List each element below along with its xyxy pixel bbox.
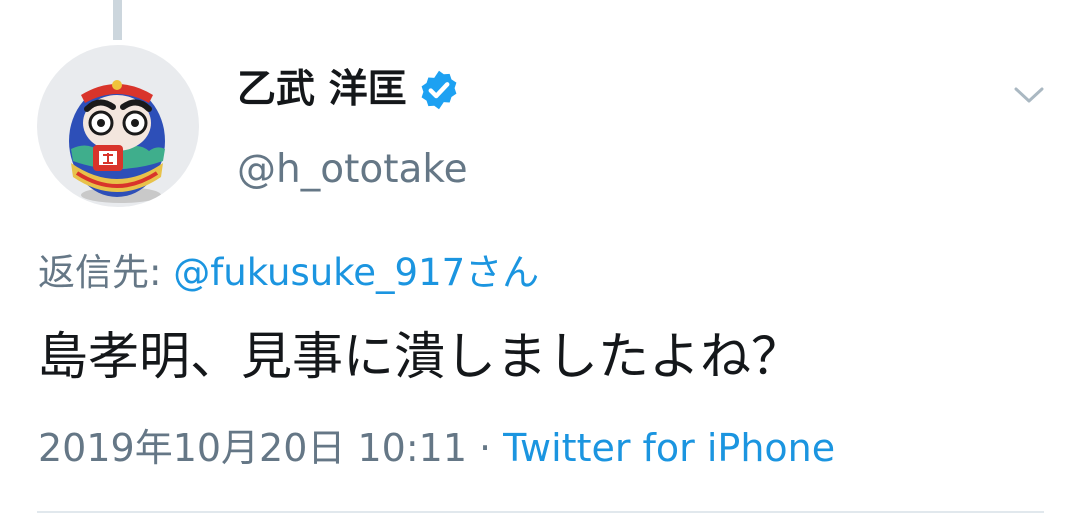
meta-separator: · (479, 426, 492, 470)
tweet-source-link[interactable]: Twitter for iPhone (503, 426, 835, 470)
tweet-text: 島孝明、見事に潰しましたよね？ (37, 328, 803, 387)
tweet-menu-button[interactable] (1005, 70, 1053, 118)
author-handle[interactable]: @h_ototake (237, 142, 468, 198)
reply-mention-link[interactable]: @fukusuke_917さん (173, 251, 539, 294)
author-name[interactable]: 乙武 洋匡 (237, 62, 407, 118)
author-name-row[interactable]: 乙武 洋匡 (237, 62, 461, 118)
tweet-meta: 2019年10月20日 10:11 · Twitter for iPhone (38, 420, 835, 476)
verified-badge-icon (417, 68, 461, 112)
replying-to: 返信先: @fukusuke_917さん (38, 246, 539, 300)
thread-connector-line (113, 0, 122, 40)
avatar[interactable] (37, 45, 199, 207)
reply-prefix-label: 返信先: (38, 251, 162, 294)
chevron-down-icon (1014, 87, 1044, 103)
divider (37, 511, 1044, 513)
tweet-timestamp[interactable]: 2019年10月20日 10:11 (38, 426, 467, 470)
daruma-avatar-icon (37, 45, 199, 207)
